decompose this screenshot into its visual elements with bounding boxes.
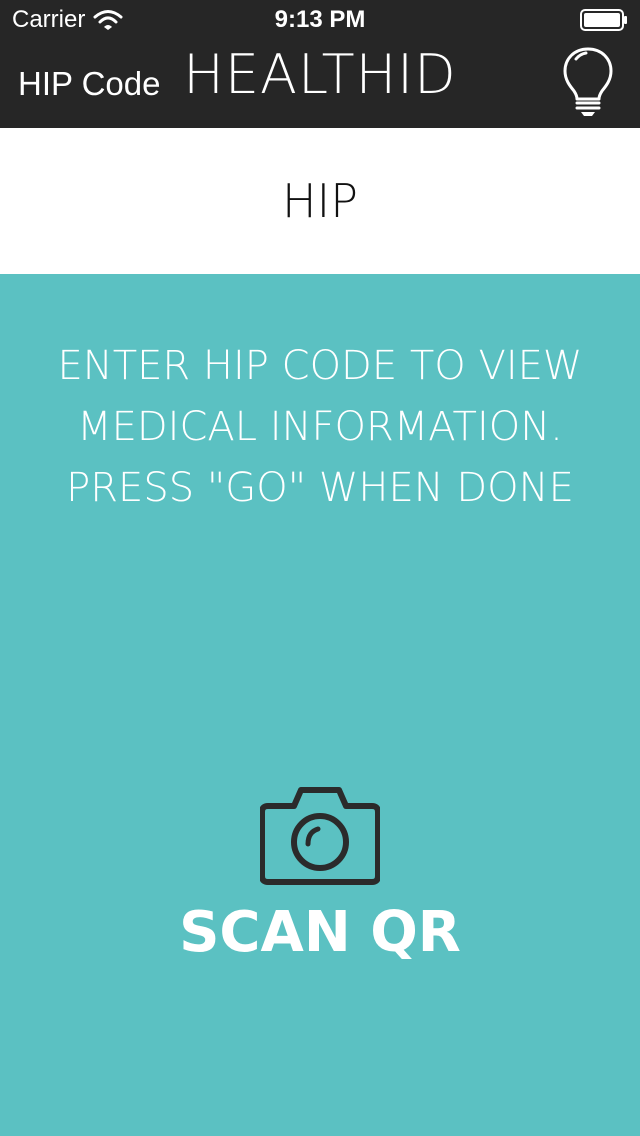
hip-input-row xyxy=(0,128,640,274)
lightbulb-icon[interactable] xyxy=(562,46,614,118)
scan-qr-button[interactable]: SCAN QR xyxy=(160,780,480,980)
scan-qr-label: SCAN QR xyxy=(179,900,461,965)
screen: Carrier 9:13 PM HIP Code HEALTHID ENTER … xyxy=(0,0,640,1136)
hip-code-input[interactable] xyxy=(0,128,640,274)
status-time: 9:13 PM xyxy=(274,6,366,33)
instructions-text: ENTER HIP CODE TO VIEW MEDICAL INFORMATI… xyxy=(57,343,583,511)
nav-title: HEALTHID xyxy=(183,43,457,106)
top-bar: Carrier 9:13 PM HIP Code HEALTHID xyxy=(0,0,640,128)
camera-icon xyxy=(260,787,380,885)
battery-icon xyxy=(580,9,627,31)
